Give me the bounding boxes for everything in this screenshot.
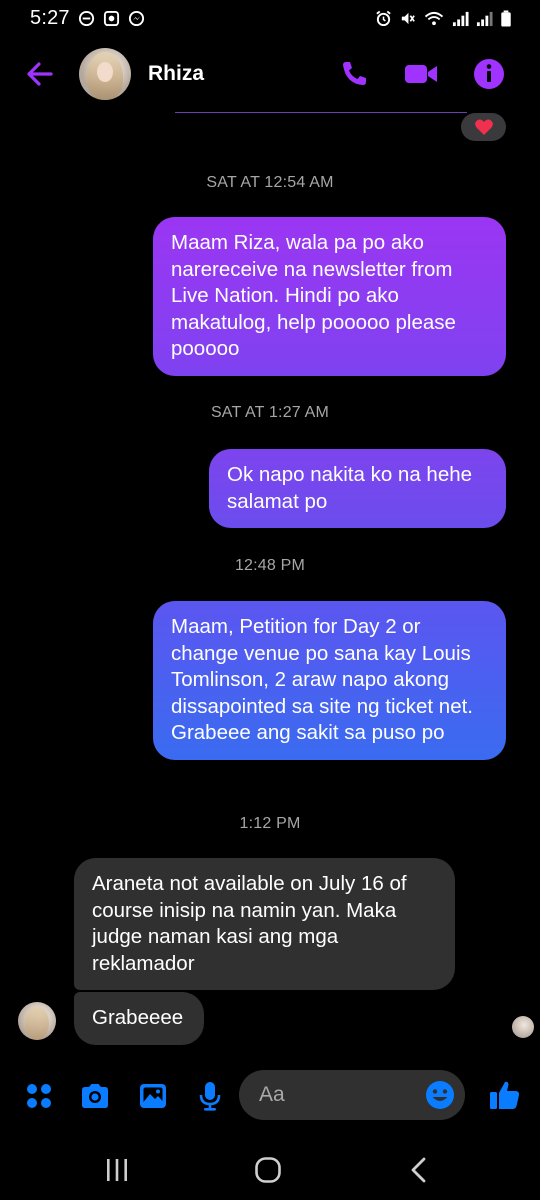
heart-icon <box>474 119 493 135</box>
menu-dots-icon[interactable] <box>23 1080 55 1112</box>
outgoing-message[interactable]: Ok napo nakita ko na hehe salamat po <box>209 449 506 528</box>
messenger-icon <box>128 10 144 26</box>
message-composer <box>0 1068 540 1124</box>
mute-vibrate-icon <box>401 12 415 24</box>
sender-avatar[interactable] <box>18 1002 56 1040</box>
timestamp: SAT AT 12:54 AM <box>206 174 334 191</box>
status-bar-right <box>375 9 512 27</box>
battery-icon <box>501 9 511 27</box>
wifi-icon <box>424 11 444 25</box>
back-arrow-icon[interactable] <box>24 58 56 90</box>
chat-header: Rhiza <box>0 40 540 112</box>
seen-indicator-avatar <box>512 1016 534 1038</box>
status-time: 5:27 <box>30 6 70 29</box>
message-input[interactable] <box>257 1082 415 1108</box>
message-reaction[interactable] <box>461 113 506 141</box>
signal-icon-2 <box>476 11 493 26</box>
microphone-icon[interactable] <box>194 1080 226 1112</box>
timestamp: 1:12 PM <box>239 815 301 832</box>
thumbs-up-icon[interactable] <box>488 1078 522 1112</box>
system-navigation-bar <box>0 1140 540 1200</box>
outgoing-message[interactable]: Maam, Petition for Day 2 or change venue… <box>153 601 506 760</box>
back-icon[interactable] <box>404 1154 436 1186</box>
messenger-chat-screen: 5:27 Rhiza SAT AT 12:54 AM Maam Riza, wa… <box>0 0 540 1200</box>
signal-icon <box>452 11 469 26</box>
recent-apps-icon[interactable] <box>101 1154 133 1186</box>
incoming-message[interactable]: Grabeeee <box>74 992 204 1045</box>
square-notification-icon <box>103 10 119 26</box>
contact-avatar[interactable] <box>79 48 131 100</box>
alarm-icon <box>376 10 391 26</box>
contact-name[interactable]: Rhiza <box>148 62 204 86</box>
minus-circle-icon <box>78 10 94 26</box>
status-bar-left: 5:27 <box>30 7 145 30</box>
camera-icon[interactable] <box>79 1080 111 1112</box>
outgoing-message[interactable]: Maam Riza, wala pa po ako narereceive na… <box>153 217 506 376</box>
timestamp: SAT AT 1:27 AM <box>210 404 330 421</box>
video-icon[interactable] <box>404 57 438 91</box>
info-icon[interactable] <box>472 57 506 91</box>
phone-icon[interactable] <box>337 57 371 91</box>
gallery-icon[interactable] <box>137 1080 169 1112</box>
home-icon[interactable] <box>252 1154 284 1186</box>
emoji-icon[interactable] <box>425 1080 455 1110</box>
message-input-container <box>239 1070 465 1120</box>
status-bar: 5:27 <box>0 0 540 36</box>
incoming-message[interactable]: Araneta not available on July 16 of cour… <box>74 858 455 990</box>
timestamp: 12:48 PM <box>234 557 306 574</box>
header-divider <box>175 112 467 113</box>
